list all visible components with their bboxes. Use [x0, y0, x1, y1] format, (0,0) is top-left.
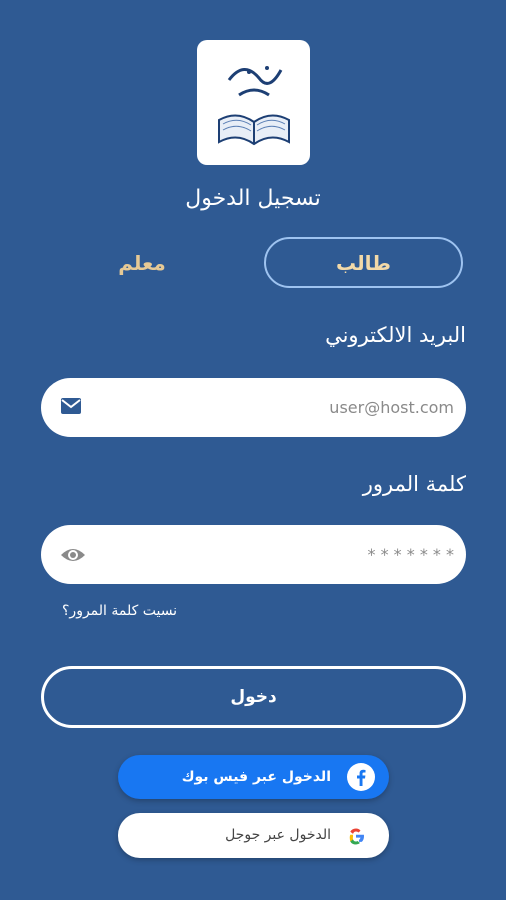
- password-placeholder: * * * * * * *: [367, 545, 454, 564]
- password-label: كلمة المرور: [362, 472, 466, 496]
- book-logo-icon: [217, 66, 290, 146]
- tab-student[interactable]: طالب: [264, 237, 463, 288]
- google-login-button[interactable]: الدخول عبر جوجل: [118, 813, 389, 858]
- page-title: تسجيل الدخول: [185, 186, 321, 211]
- app-logo: [197, 40, 310, 165]
- email-label: البريد الالكتروني: [325, 323, 466, 347]
- google-icon: [347, 827, 365, 849]
- mail-icon: [59, 394, 83, 422]
- facebook-icon: [347, 763, 375, 795]
- tab-teacher[interactable]: معلم: [92, 237, 192, 288]
- facebook-login-button[interactable]: الدخول عبر فيس بوك: [118, 755, 389, 799]
- forgot-password-link[interactable]: نسيت كلمة المرور؟: [62, 603, 177, 619]
- login-button[interactable]: دخول: [41, 666, 466, 728]
- google-login-label: الدخول عبر جوجل: [225, 827, 331, 843]
- email-placeholder: user@host.com: [329, 398, 454, 417]
- eye-icon[interactable]: [59, 541, 87, 573]
- facebook-login-label: الدخول عبر فيس بوك: [181, 769, 331, 785]
- email-field[interactable]: user@host.com: [41, 378, 466, 437]
- password-field[interactable]: * * * * * * *: [41, 525, 466, 584]
